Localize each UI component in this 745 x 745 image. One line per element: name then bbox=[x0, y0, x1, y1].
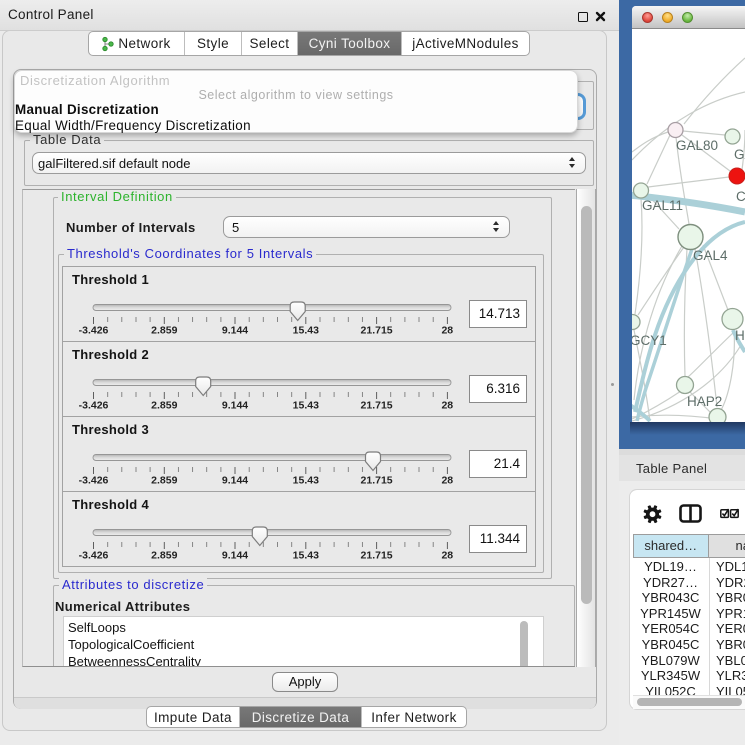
svg-text:15.43: 15.43 bbox=[293, 475, 319, 487]
svg-text:-3.426: -3.426 bbox=[79, 475, 109, 487]
svg-text:28: 28 bbox=[441, 550, 453, 562]
svg-text:15.43: 15.43 bbox=[293, 550, 319, 562]
svg-text:21.715: 21.715 bbox=[361, 475, 393, 487]
svg-text:28: 28 bbox=[441, 325, 453, 337]
svg-text:15.43: 15.43 bbox=[293, 325, 319, 337]
svg-text:9.144: 9.144 bbox=[222, 400, 248, 412]
svg-text:GAL11: GAL11 bbox=[642, 198, 683, 213]
svg-text:-3.426: -3.426 bbox=[79, 325, 109, 337]
svg-text:9.144: 9.144 bbox=[222, 325, 248, 337]
svg-text:GAL80: GAL80 bbox=[676, 138, 718, 153]
svg-text:HI: HI bbox=[735, 328, 745, 343]
svg-text:2.859: 2.859 bbox=[151, 400, 177, 412]
svg-text:GAL4: GAL4 bbox=[693, 248, 728, 263]
svg-text:GCY1: GCY1 bbox=[632, 333, 667, 348]
svg-text:28: 28 bbox=[441, 475, 453, 487]
svg-text:9.144: 9.144 bbox=[222, 475, 248, 487]
svg-text:HAP2: HAP2 bbox=[687, 394, 722, 409]
svg-text:15.43: 15.43 bbox=[293, 400, 319, 412]
svg-text:-3.426: -3.426 bbox=[79, 550, 109, 562]
svg-text:-3.426: -3.426 bbox=[79, 400, 109, 412]
svg-text:2.859: 2.859 bbox=[151, 325, 177, 337]
svg-text:21.715: 21.715 bbox=[361, 325, 393, 337]
svg-text:28: 28 bbox=[441, 400, 453, 412]
svg-text:21.715: 21.715 bbox=[361, 400, 393, 412]
svg-text:CA: CA bbox=[736, 189, 745, 204]
svg-text:GA: GA bbox=[734, 147, 745, 162]
svg-text:9.144: 9.144 bbox=[222, 550, 248, 562]
svg-text:2.859: 2.859 bbox=[151, 550, 177, 562]
svg-text:2.859: 2.859 bbox=[151, 475, 177, 487]
svg-text:21.715: 21.715 bbox=[361, 550, 393, 562]
